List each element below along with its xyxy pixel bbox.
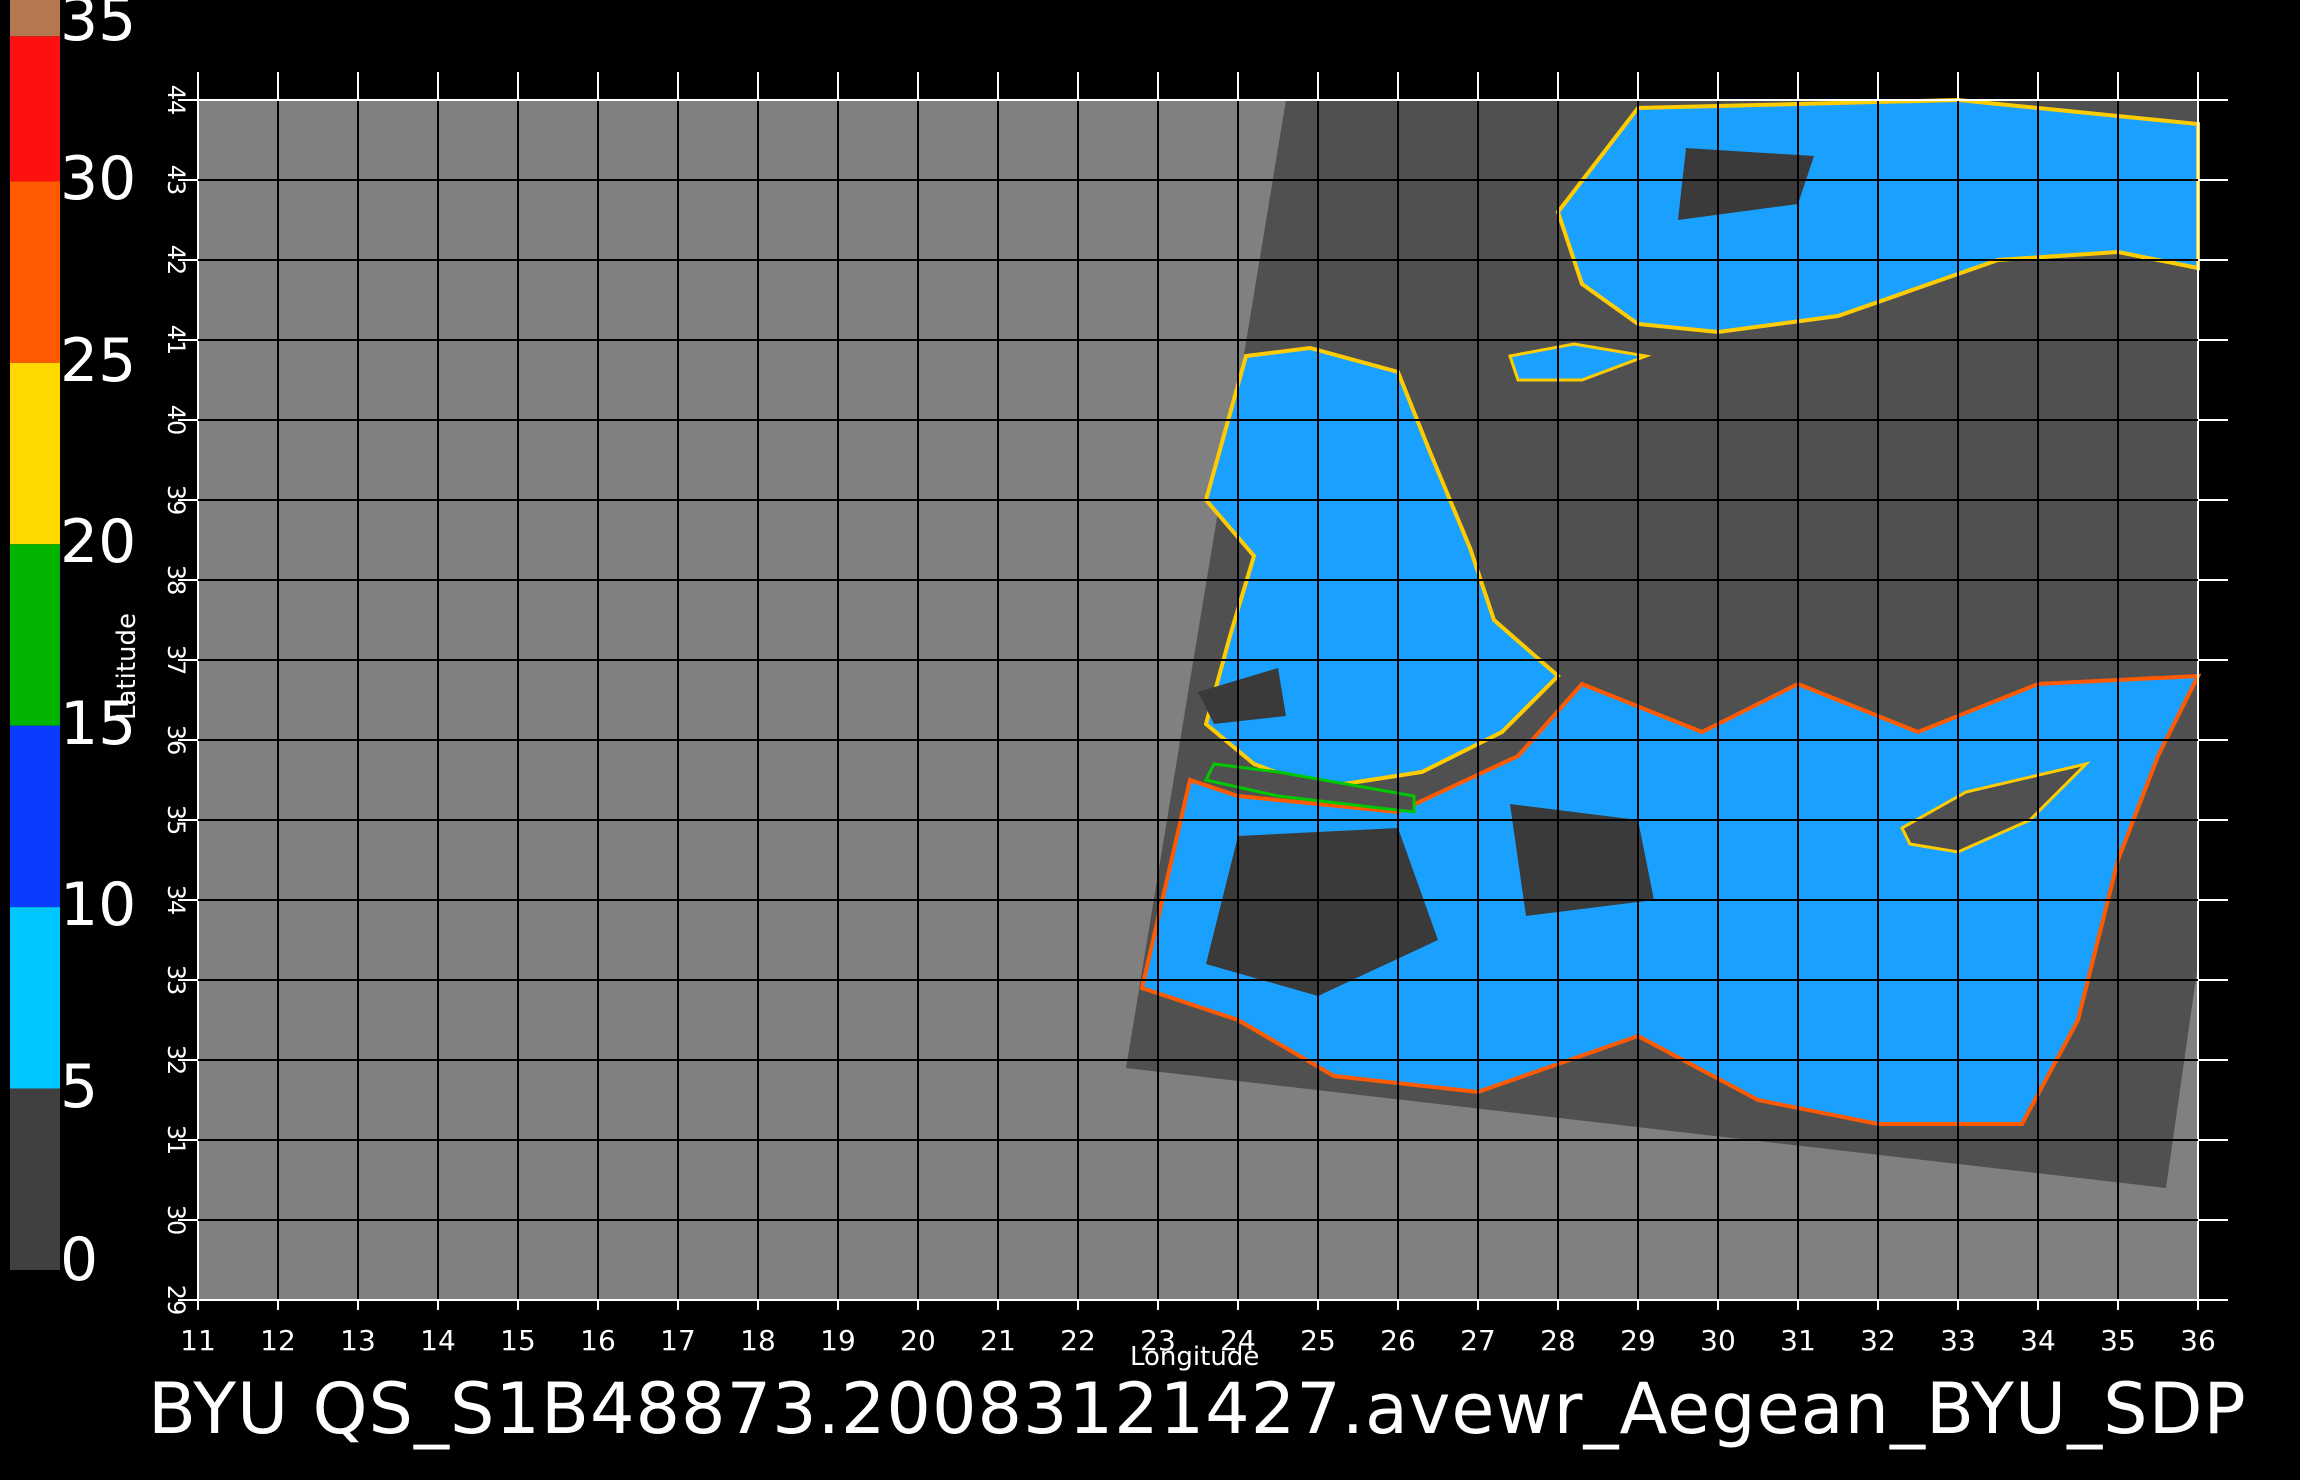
y-tick-label: 35 <box>162 805 190 836</box>
colorbar-band <box>10 181 60 363</box>
colorbar-tick-label: 5 <box>60 1051 99 1122</box>
colorbar-band <box>10 0 60 37</box>
latitude-axis: 29 30 31 32 33 34 35 36 37 38 39 40 41 42 43 44 <box>162 85 190 1316</box>
y-tick-label: 34 <box>162 885 190 916</box>
y-tick-label: 29 <box>162 1285 190 1316</box>
y-axis-title: Latitude <box>112 612 142 720</box>
plot-area <box>178 72 2228 1310</box>
y-tick-label: 36 <box>162 725 190 756</box>
x-tick-label: 13 <box>340 1324 376 1357</box>
x-tick-label: 30 <box>1700 1324 1736 1357</box>
wind-map: 11 12 13 14 15 16 17 18 19 20 21 22 23 24 25 26 27 28 29 30… <box>10 0 2228 1357</box>
x-tick-label: 16 <box>580 1324 616 1357</box>
x-tick-label: 31 <box>1780 1324 1816 1357</box>
y-tick-label: 43 <box>162 165 190 196</box>
y-tick-label: 33 <box>162 965 190 996</box>
x-tick-label: 17 <box>660 1324 696 1357</box>
x-tick-label: 21 <box>980 1324 1016 1357</box>
x-tick-label: 22 <box>1060 1324 1096 1357</box>
y-tick-label: 41 <box>162 325 190 356</box>
y-tick-label: 32 <box>162 1045 190 1076</box>
y-tick-label: 44 <box>162 85 190 116</box>
colorbar-band <box>10 1088 60 1270</box>
colorbar-band <box>10 544 60 726</box>
y-tick-label: 40 <box>162 405 190 436</box>
y-tick-label: 39 <box>162 485 190 516</box>
x-tick-label: 26 <box>1380 1324 1416 1357</box>
x-tick-label: 32 <box>1860 1324 1896 1357</box>
colorbar-band <box>10 725 60 908</box>
x-tick-label: 15 <box>500 1324 536 1357</box>
x-tick-label: 34 <box>2020 1324 2056 1357</box>
x-tick-label: 12 <box>260 1324 296 1357</box>
colorbar-tick-label: 20 <box>60 507 137 578</box>
x-tick-label: 19 <box>820 1324 856 1357</box>
x-tick-label: 14 <box>420 1324 456 1357</box>
x-tick-label: 27 <box>1460 1324 1496 1357</box>
x-tick-label: 33 <box>1940 1324 1976 1357</box>
x-tick-label: 28 <box>1540 1324 1576 1357</box>
x-tick-label: 11 <box>180 1324 216 1357</box>
colorbar-tick-label: 30 <box>60 144 137 215</box>
colorbar-tick-label: 10 <box>60 870 137 941</box>
x-tick-label: 20 <box>900 1324 936 1357</box>
x-tick-label: 18 <box>740 1324 776 1357</box>
colorbar-tick-label: 0 <box>60 1225 99 1295</box>
colorbar-tick-label: 25 <box>60 325 137 396</box>
x-tick-label: 35 <box>2100 1324 2136 1357</box>
colorbar-band <box>10 36 60 182</box>
x-tick-label: 36 <box>2180 1324 2216 1357</box>
y-tick-label: 30 <box>162 1205 190 1236</box>
y-tick-label: 38 <box>162 565 190 596</box>
colorbar-tick-label: 35 <box>60 0 137 55</box>
colorbar <box>10 0 60 1270</box>
y-tick-label: 31 <box>162 1125 190 1156</box>
x-tick-label: 25 <box>1300 1324 1336 1357</box>
x-tick-label: 29 <box>1620 1324 1656 1357</box>
colorbar-band <box>10 362 60 545</box>
colorbar-band <box>10 907 60 1089</box>
y-tick-label: 42 <box>162 245 190 276</box>
product-title: BYU QS_S1B48873.20083121427.avewr_Aegean… <box>148 1368 2247 1450</box>
y-tick-label: 37 <box>162 645 190 676</box>
